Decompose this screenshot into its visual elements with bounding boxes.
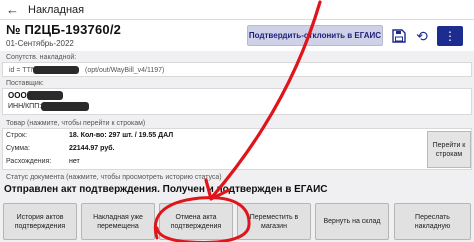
goods-row-key: Строк: xyxy=(6,132,28,139)
status-label: Статус документа (нажмите, чтобы просмот… xyxy=(6,174,222,181)
accompanying-label: Сопутств. накладной: xyxy=(6,54,77,61)
accompanying-id-suffix: (opt/out/WayBill_v4/1197) xyxy=(85,67,165,74)
save-icon[interactable] xyxy=(390,27,408,45)
redacted-mark xyxy=(41,102,89,111)
refresh-icon[interactable]: ⟲ xyxy=(413,27,431,45)
goods-row-value: 22144.97 руб. xyxy=(69,145,115,152)
more-icon[interactable]: ⋮ xyxy=(437,26,463,46)
redacted-mark xyxy=(33,66,79,74)
app-bar: ← Накладная xyxy=(0,0,474,20)
supplier-box[interactable]: ООО ИНН/КПП: xyxy=(2,88,472,115)
goods-label: Товар (нажмите, чтобы перейти к строкам) xyxy=(6,120,146,127)
cancel-act-button[interactable]: Отмена акта подтверждения xyxy=(159,203,233,240)
document-date: 01-Сентябрь-2022 xyxy=(6,39,74,48)
forward-waybill-button[interactable]: Переслать накладную xyxy=(394,203,471,240)
goods-row-key: Расхождения: xyxy=(6,158,52,165)
acts-history-button[interactable]: История актов подтверждения xyxy=(3,203,77,240)
status-text[interactable]: Отправлен акт подтверждения. Получен и п… xyxy=(4,184,327,196)
redacted-mark xyxy=(27,91,63,100)
supplier-inn: ИНН/КПП: xyxy=(8,103,42,110)
accompanying-box[interactable]: id = TTN- (opt/out/WayBill_v4/1197) xyxy=(2,62,472,77)
action-bar: История актов подтверждения Накладная уж… xyxy=(0,201,474,242)
supplier-label: Поставщик: xyxy=(6,80,44,87)
move-to-store-button[interactable]: Переместить в магазин xyxy=(237,203,311,240)
goto-lines-button[interactable]: Перейти к строкам xyxy=(427,131,471,168)
app-title: Накладная xyxy=(28,4,85,16)
document-number: № П2ЦБ-193760/2 xyxy=(6,22,122,37)
confirm-reject-egais-button[interactable]: Подтвердить-отклонить в ЕГАИС xyxy=(247,25,383,46)
goods-row-value: нет xyxy=(69,158,80,165)
supplier-name: ООО xyxy=(8,91,27,100)
goods-row-value: 18. Кол-во: 297 шт. / 19.55 ДАЛ xyxy=(69,132,174,139)
already-moved-button[interactable]: Накладная уже перемещена xyxy=(81,203,155,240)
return-to-warehouse-button[interactable]: Вернуть на склад xyxy=(315,203,389,240)
goods-row-key: Сумма: xyxy=(6,145,30,152)
back-arrow-icon[interactable]: ← xyxy=(6,3,20,17)
